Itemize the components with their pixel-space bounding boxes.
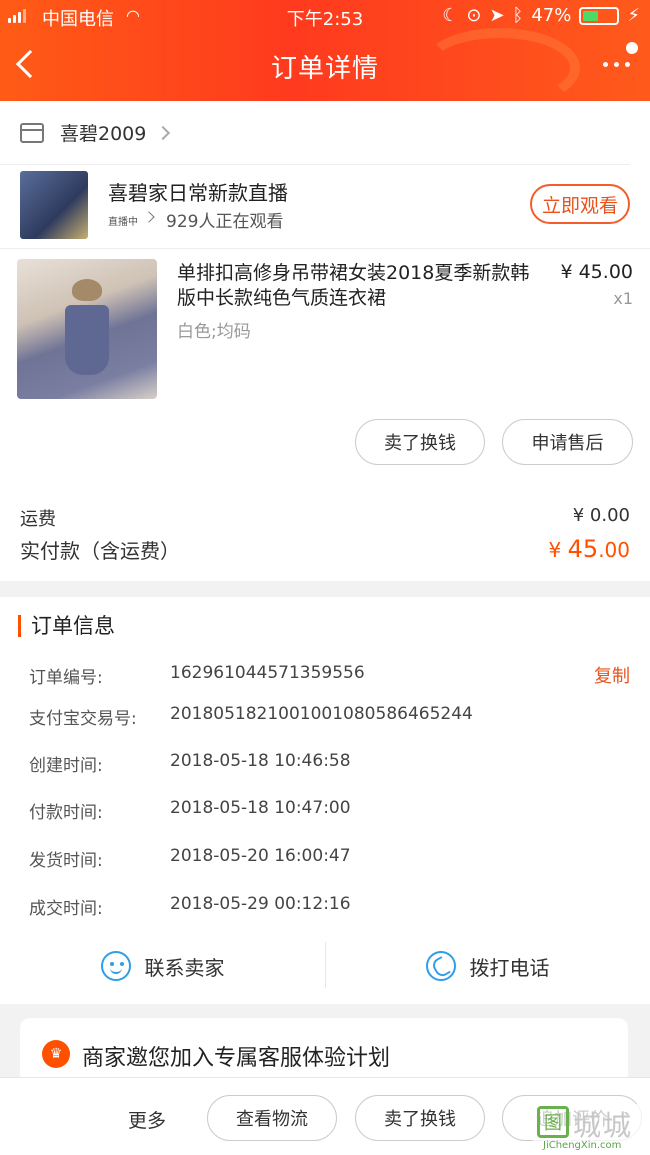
contact-seller-label: 联系卖家 (144, 955, 225, 980)
chat-icon (100, 951, 131, 981)
info-label: 发货时间: (29, 851, 103, 871)
shipping-label: 运费 (20, 509, 56, 530)
more-button[interactable]: 更多 (128, 1106, 166, 1133)
watch-now-button[interactable]: 立即观看 (530, 184, 630, 224)
call-label: 拨打电话 (469, 955, 550, 980)
lock-rotation-icon: ⊙ (466, 5, 482, 26)
watermark: 图 城城 JiChengXin.com (533, 1104, 650, 1155)
order-card: 喜碧2009 喜碧家日常新款直播 直播中 929人正在观看 立即观看 单排扣高修… (0, 101, 650, 581)
paid-decimal: .00 (598, 538, 630, 562)
info-label: 支付宝交易号: (29, 709, 137, 729)
watermark-logo: 图 (537, 1106, 569, 1138)
order-info-card: 订单信息 复制 订单编号: 162961044571359556 支付宝交易号:… (0, 597, 650, 1004)
product-name[interactable]: 单排扣高修身吊带裙女装2018夏季新款韩版中长款纯色气质连衣裙 (177, 261, 542, 311)
sell-button[interactable]: 卖了换钱 (355, 419, 485, 465)
contact-seller-button[interactable]: 联系卖家 (0, 934, 325, 998)
watermark-url: JiChengXin.com (543, 1140, 622, 1151)
invite-text: 商家邀您加入专属客服体验计划 (82, 1046, 391, 1071)
view-logistics-button[interactable]: 查看物流 (207, 1095, 337, 1141)
paid-amount: ¥ 45.00 (549, 535, 630, 563)
info-value: 2018-05-20 16:00:47 (170, 846, 351, 866)
phone-icon (425, 951, 456, 981)
product-item[interactable]: 单排扣高修身吊带裙女装2018夏季新款韩版中长款纯色气质连衣裙 白色;均码 ¥ … (0, 249, 650, 479)
after-sale-button[interactable]: 申请售后 (502, 419, 633, 465)
chevron-right-icon (156, 125, 171, 140)
moon-icon: ☾ (442, 5, 459, 26)
info-value: 162961044571359556 (170, 663, 365, 683)
shipping-row: 运费 ¥ 0.00 (20, 505, 630, 531)
sell-button[interactable]: 卖了换钱 (355, 1095, 485, 1141)
status-bar: 中国电信 ◠ 下午2:53 ☾ ⊙ ➤ ᛒ 47% ⚡ (0, 0, 650, 32)
order-detail-page: 中国电信 ◠ 下午2:53 ☾ ⊙ ➤ ᛒ 47% ⚡ 订单详情 喜碧2009 (0, 0, 650, 1155)
shop-icon (20, 122, 44, 143)
shop-name: 喜碧2009 (60, 123, 147, 145)
chevron-right-icon (143, 211, 155, 223)
info-label: 创建时间: (29, 756, 103, 776)
shipping-value: ¥ 0.00 (572, 505, 630, 526)
paid-currency: ¥ (548, 538, 568, 562)
live-badge: 直播中 (108, 217, 138, 228)
product-quantity: x1 (613, 289, 633, 308)
bluetooth-icon: ᛒ (512, 5, 524, 26)
info-label: 付款时间: (29, 803, 103, 823)
call-button[interactable]: 拨打电话 (325, 934, 650, 998)
product-sku: 白色;均码 (177, 322, 251, 342)
page-title: 订单详情 (270, 54, 379, 84)
order-info-title: 订单信息 (18, 615, 115, 637)
copy-button[interactable]: 复制 (594, 662, 630, 688)
info-value: 2018-05-29 00:12:16 (170, 894, 351, 914)
watermark-text: 城城 (573, 1109, 634, 1142)
notification-dot (626, 42, 638, 54)
live-stream-banner[interactable]: 喜碧家日常新款直播 直播中 929人正在观看 立即观看 (0, 165, 650, 249)
live-thumbnail (20, 171, 88, 239)
app-header: 中国电信 ◠ 下午2:53 ☾ ⊙ ➤ ᛒ 47% ⚡ 订单详情 (0, 0, 650, 101)
battery-percent: 47% (531, 5, 572, 26)
product-image[interactable] (17, 259, 157, 399)
status-right: ☾ ⊙ ➤ ᛒ 47% ⚡ (442, 5, 640, 26)
info-value: 2018051821001001080586465244 (170, 704, 473, 724)
paid-integer: 45 (567, 535, 599, 563)
info-value: 2018-05-18 10:47:00 (170, 798, 351, 818)
divider (325, 942, 326, 988)
location-icon: ➤ (489, 5, 505, 26)
shop-link[interactable]: 喜碧2009 (0, 101, 630, 165)
contact-bar: 联系卖家 拨打电话 (0, 934, 650, 998)
live-viewers: 929人正在观看 (166, 212, 284, 232)
paid-row: 实付款（含运费） ¥ 45.00 (20, 535, 630, 564)
charging-icon: ⚡ (627, 5, 640, 26)
more-menu-icon[interactable] (603, 62, 630, 67)
info-label: 成交时间: (29, 899, 103, 919)
crown-icon: ♛ (42, 1040, 70, 1068)
info-value: 2018-05-18 10:46:58 (170, 751, 351, 771)
live-title: 喜碧家日常新款直播 (108, 181, 288, 205)
battery-icon (579, 6, 620, 25)
paid-label: 实付款（含运费） (20, 539, 180, 563)
info-label: 订单编号: (29, 668, 103, 688)
product-price: ¥ 45.00 (560, 261, 633, 283)
